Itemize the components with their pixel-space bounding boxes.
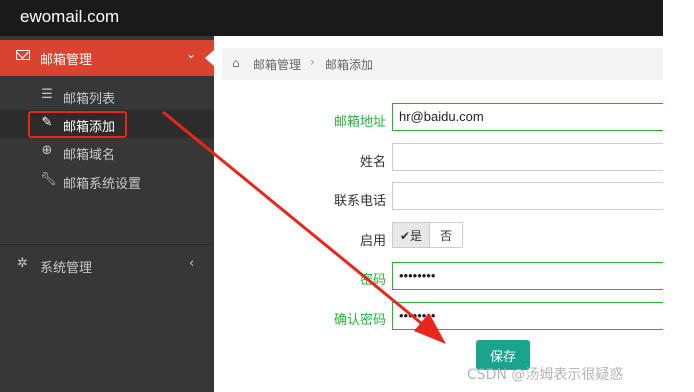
enable-label: 启用: [359, 234, 386, 249]
sidebar-item-mailbox-settings[interactable]: 🔧︎ 邮箱系统设置: [0, 167, 214, 195]
email-field[interactable]: hr@baidu.com: [392, 103, 663, 131]
breadcrumb-item[interactable]: 邮箱管理: [253, 56, 301, 73]
sidebar-item-label: 邮箱域名: [63, 148, 116, 163]
top-bar: ewomail.com: [0, 0, 663, 36]
watermark-text: CSDN @汤姆表示很疑惑: [467, 367, 624, 383]
password-field[interactable]: ••••••••: [392, 262, 663, 290]
name-field[interactable]: [392, 143, 663, 171]
sidebar-section-label: 系统管理: [40, 261, 93, 276]
chevron-left-icon: ‹: [189, 256, 195, 271]
enable-no-option[interactable]: 否: [430, 223, 462, 247]
confirm-password-label: 确认密码: [333, 313, 386, 328]
sidebar-item-label: 邮箱系统设置: [63, 177, 142, 192]
phone-field[interactable]: [392, 182, 663, 210]
home-icon[interactable]: ⌂: [232, 56, 240, 70]
sidebar-item-mailbox-domain[interactable]: ⊕ 邮箱域名: [0, 138, 214, 166]
confirm-password-field[interactable]: ••••••••: [392, 302, 663, 330]
chevron-down-icon: ⌄: [186, 47, 197, 61]
breadcrumb-separator: ›: [310, 55, 315, 69]
active-notch: [205, 50, 214, 66]
name-label: 姓名: [359, 155, 386, 170]
sidebar: 邮箱管理 ⌄ ☰ 邮箱列表 ✎ 邮箱添加 ⊕ 邮箱域名 🔧︎ 邮箱系统设置 ✲ …: [0, 36, 214, 392]
password-label: 密码: [359, 273, 386, 288]
sidebar-section-mailbox[interactable]: 邮箱管理 ⌄: [0, 40, 214, 76]
breadcrumb-item-current: 邮箱添加: [325, 58, 374, 72]
sidebar-section-label: 邮箱管理: [40, 53, 93, 68]
phone-label: 联系电话: [333, 194, 386, 209]
breadcrumb: ⌂ 邮箱管理 › 邮箱添加: [222, 48, 663, 80]
envelope-icon: [16, 50, 30, 60]
sidebar-section-system[interactable]: ✲ 系统管理 ‹: [0, 250, 214, 280]
brand-logo-text[interactable]: ewomail.com: [20, 7, 119, 27]
sidebar-item-label: 邮箱列表: [63, 92, 116, 107]
gear-icon: ✲: [17, 256, 28, 271]
sidebar-item-mailbox-list[interactable]: ☰ 邮箱列表: [0, 82, 214, 110]
enable-toggle: ✔是 否: [392, 222, 463, 248]
sidebar-divider: [0, 244, 214, 245]
list-icon: ☰: [41, 87, 53, 102]
email-label: 邮箱地址: [333, 115, 386, 130]
globe-icon: ⊕: [41, 143, 53, 158]
annotation-highlight-box: [28, 111, 127, 138]
wrench-icon: 🔧︎: [40, 172, 57, 187]
enable-yes-option[interactable]: ✔是: [393, 223, 430, 247]
